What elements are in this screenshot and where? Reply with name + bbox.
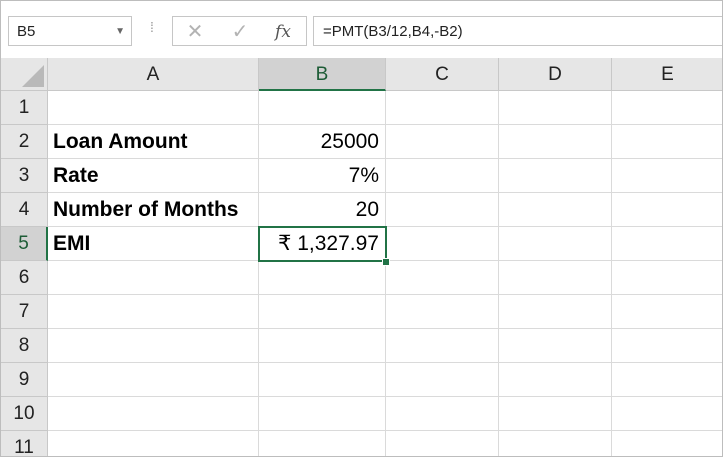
cell-d9[interactable]	[499, 363, 612, 397]
row-header-7[interactable]: 7	[1, 295, 48, 329]
select-all-triangle-icon	[22, 65, 44, 87]
column-header-e[interactable]: E	[612, 58, 722, 91]
cell-c2[interactable]	[386, 125, 499, 159]
cell-b2[interactable]: 25000	[259, 125, 386, 159]
row-header-5[interactable]: 5	[1, 227, 48, 261]
cell-a4[interactable]: Number of Months	[48, 193, 259, 227]
cell-c6[interactable]	[386, 261, 499, 295]
cell-d4[interactable]	[499, 193, 612, 227]
name-box-value: B5	[17, 23, 36, 40]
cell-a9[interactable]	[48, 363, 259, 397]
drag-handle-icon[interactable]: ⁞	[150, 19, 154, 35]
row-header-8[interactable]: 8	[1, 329, 48, 363]
cell-b5[interactable]: ₹ 1,327.97	[259, 227, 386, 261]
cell-a8[interactable]	[48, 329, 259, 363]
cell-a10[interactable]	[48, 397, 259, 431]
cell-a1[interactable]	[48, 91, 259, 125]
cell-b6[interactable]	[259, 261, 386, 295]
cell-b3[interactable]: 7%	[259, 159, 386, 193]
cell-e9[interactable]	[612, 363, 722, 397]
cell-d8[interactable]	[499, 329, 612, 363]
fill-handle[interactable]	[382, 258, 390, 266]
row-header-4[interactable]: 4	[1, 193, 48, 227]
cell-e7[interactable]	[612, 295, 722, 329]
cell-c11[interactable]	[386, 431, 499, 456]
cell-e5[interactable]	[612, 227, 722, 261]
cell-d1[interactable]	[499, 91, 612, 125]
cell-c9[interactable]	[386, 363, 499, 397]
row-header-1[interactable]: 1	[1, 91, 48, 125]
cell-e8[interactable]	[612, 329, 722, 363]
cell-d7[interactable]	[499, 295, 612, 329]
cell-c7[interactable]	[386, 295, 499, 329]
cell-e1[interactable]	[612, 91, 722, 125]
cell-e11[interactable]	[612, 431, 722, 456]
cell-c4[interactable]	[386, 193, 499, 227]
cell-d3[interactable]	[499, 159, 612, 193]
cell-b7[interactable]	[259, 295, 386, 329]
formula-buttons: ✕ ✓ fx	[172, 16, 307, 46]
row-header-11[interactable]: 11	[1, 431, 48, 456]
cell-a3[interactable]: Rate	[48, 159, 259, 193]
cell-e4[interactable]	[612, 193, 722, 227]
cell-e10[interactable]	[612, 397, 722, 431]
cell-d2[interactable]	[499, 125, 612, 159]
column-header-b[interactable]: B	[259, 58, 386, 91]
row-header-3[interactable]: 3	[1, 159, 48, 193]
cell-b10[interactable]	[259, 397, 386, 431]
cell-e2[interactable]	[612, 125, 722, 159]
cell-b1[interactable]	[259, 91, 386, 125]
select-all-button[interactable]	[1, 58, 48, 91]
cell-d11[interactable]	[499, 431, 612, 456]
row-header-6[interactable]: 6	[1, 261, 48, 295]
column-header-d[interactable]: D	[499, 58, 612, 91]
row-header-2[interactable]: 2	[1, 125, 48, 159]
cell-c10[interactable]	[386, 397, 499, 431]
cell-b9[interactable]	[259, 363, 386, 397]
name-box[interactable]: B5 ▼	[8, 16, 132, 46]
column-header-a[interactable]: A	[48, 58, 259, 91]
cell-b11[interactable]	[259, 431, 386, 456]
chevron-down-icon[interactable]: ▼	[115, 26, 125, 37]
cell-d6[interactable]	[499, 261, 612, 295]
cell-c8[interactable]	[386, 329, 499, 363]
enter-check-icon[interactable]: ✓	[226, 20, 254, 44]
formula-text[interactable]: =PMT(B3/12,B4,-B2)	[323, 23, 463, 40]
cell-b4[interactable]: 20	[259, 193, 386, 227]
cell-d10[interactable]	[499, 397, 612, 431]
cell-d5[interactable]	[499, 227, 612, 261]
column-header-c[interactable]: C	[386, 58, 499, 91]
cancel-icon[interactable]: ✕	[181, 20, 209, 44]
cell-e6[interactable]	[612, 261, 722, 295]
formula-bar-area: B5 ▼ ⁞ ✕ ✓ fx =PMT(B3/12,B4,-B2)	[1, 1, 722, 58]
cell-a6[interactable]	[48, 261, 259, 295]
row-header-10[interactable]: 10	[1, 397, 48, 431]
formula-input[interactable]: =PMT(B3/12,B4,-B2)	[313, 16, 722, 46]
row-header-9[interactable]: 9	[1, 363, 48, 397]
insert-function-icon[interactable]: fx	[269, 20, 297, 44]
cell-c5[interactable]	[386, 227, 499, 261]
cell-e3[interactable]	[612, 159, 722, 193]
cell-c1[interactable]	[386, 91, 499, 125]
excel-window: B5 ▼ ⁞ ✕ ✓ fx =PMT(B3/12,B4,-B2) A B C D…	[0, 0, 723, 457]
cell-a11[interactable]	[48, 431, 259, 456]
cell-a2[interactable]: Loan Amount	[48, 125, 259, 159]
cell-c3[interactable]	[386, 159, 499, 193]
cell-a7[interactable]	[48, 295, 259, 329]
cell-a5[interactable]: EMI	[48, 227, 259, 261]
cell-b8[interactable]	[259, 329, 386, 363]
